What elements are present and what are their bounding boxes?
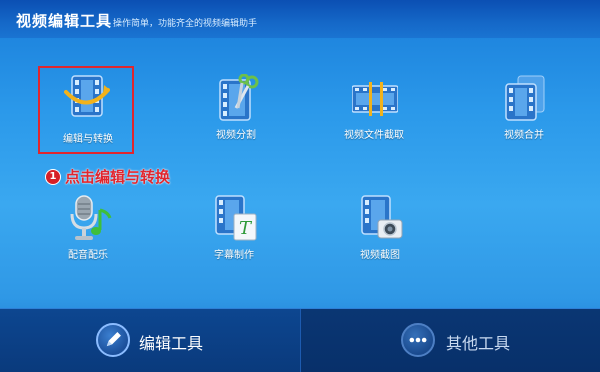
- tool-video-split[interactable]: 视频分割: [188, 66, 284, 162]
- tool-label: 编辑与转换: [63, 134, 113, 145]
- app-title: 视频编辑工具: [16, 12, 113, 30]
- tab-label: 编辑工具: [139, 334, 204, 353]
- tool-grid: 编辑与转换 视频分割 视频文件截取 视频合并 配音配乐 T 字幕制作 视频截图 …: [0, 38, 600, 308]
- film-scissors-icon: [219, 74, 259, 121]
- film-convert-icon: [64, 75, 110, 117]
- tool-video-screenshot[interactable]: 视频截图: [332, 186, 428, 282]
- tool-dubbing-music[interactable]: 配音配乐: [40, 186, 136, 282]
- tab-other-tools[interactable]: 其他工具: [300, 309, 600, 372]
- tool-label: 字幕制作: [214, 250, 254, 261]
- svg-text:T: T: [239, 218, 253, 239]
- title-bar: 视频编辑工具 操作简单，功能齐全的视频编辑助手: [0, 0, 600, 38]
- microphone-music-icon: [70, 195, 112, 240]
- tool-label: 视频合并: [504, 130, 544, 141]
- bottom-tab-bar: 编辑工具 其他工具: [0, 308, 600, 372]
- app-window: 视频编辑工具 操作简单，功能齐全的视频编辑助手 编辑与转换 视频分割 视频文件截…: [0, 0, 600, 372]
- tab-label: 其他工具: [446, 334, 511, 353]
- film-subtitle-icon: T: [215, 195, 257, 241]
- tool-label: 配音配乐: [68, 250, 108, 261]
- instruction-text: 点击编辑与转换: [65, 168, 171, 186]
- pencil-icon: [96, 323, 130, 357]
- film-merge-icon: [505, 75, 545, 121]
- tool-subtitle-create[interactable]: T 字幕制作: [186, 186, 282, 282]
- tool-label: 视频截图: [360, 250, 400, 261]
- tool-video-trim[interactable]: 视频文件截取: [326, 66, 422, 162]
- app-subtitle: 操作简单，功能齐全的视频编辑助手: [113, 19, 258, 29]
- step-number-badge: 1: [45, 169, 61, 185]
- tool-video-merge[interactable]: 视频合并: [476, 66, 572, 162]
- film-strip-trim-icon: [352, 82, 398, 116]
- tab-edit-tools[interactable]: 编辑工具: [0, 309, 300, 372]
- tool-label: 视频文件截取: [344, 130, 404, 141]
- tool-label: 视频分割: [216, 130, 256, 141]
- more-dots-icon: [401, 323, 435, 357]
- tool-edit-convert[interactable]: 编辑与转换: [38, 66, 134, 154]
- film-camera-icon: [361, 195, 403, 239]
